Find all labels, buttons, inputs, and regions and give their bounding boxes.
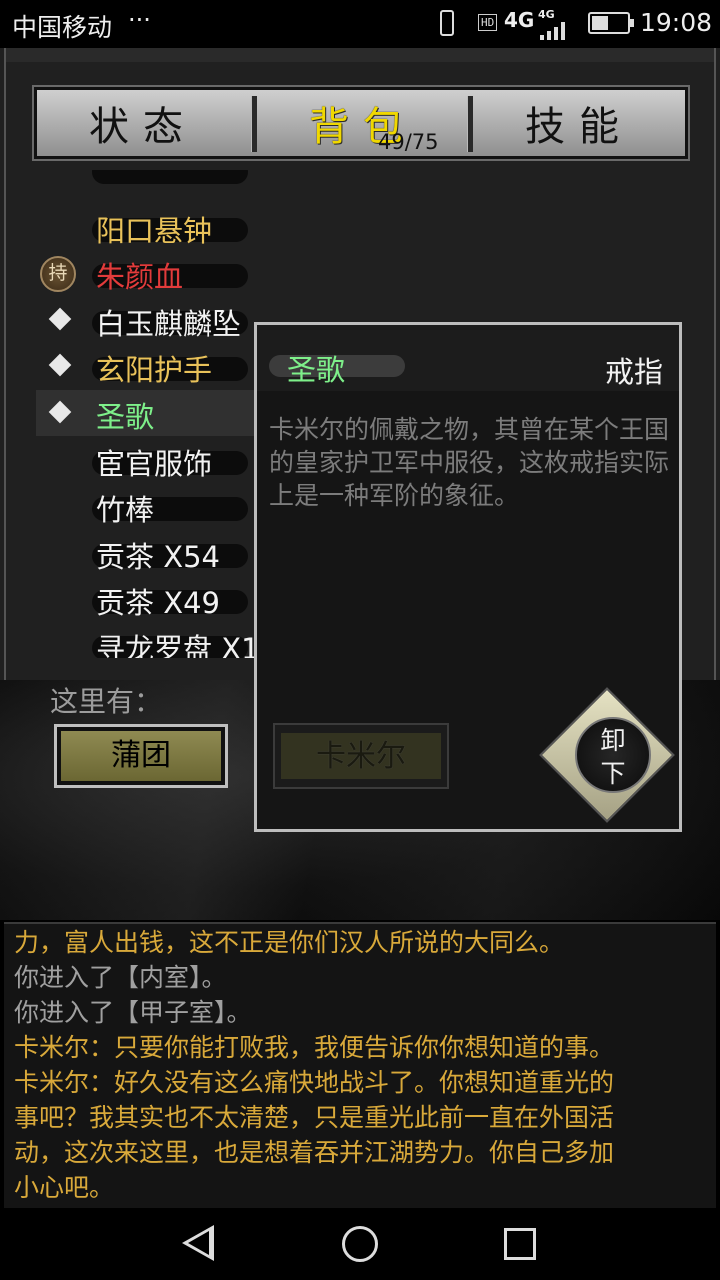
item-label: 宦官服饰 [96, 447, 213, 481]
tab-bar: 状态 背包 技能 [34, 87, 688, 159]
network-type-small: 4G [538, 8, 555, 21]
clock: 19:08 [640, 8, 713, 37]
tab-skills[interactable]: 技能 [473, 90, 685, 156]
log-line: 你进入了【内室】。 [14, 963, 227, 992]
here-label: 这里有： [50, 685, 163, 718]
carrier-name: 中国移动 [12, 13, 113, 42]
bag-capacity: 49/75 [378, 130, 439, 154]
recent-apps-icon[interactable] [504, 1228, 536, 1260]
list-item[interactable]: 白玉麒麟坠 [36, 297, 276, 343]
item-label: 贡茶 X49 [96, 586, 220, 620]
system-nav-bar [0, 1208, 720, 1280]
list-item[interactable]: 寻龙罗盘 X1 [36, 622, 276, 658]
item-label: 贡茶 X54 [96, 540, 220, 574]
log-line: 小心吧。 [14, 1173, 115, 1202]
item-detail-name: 圣歌 [287, 353, 346, 387]
npc-camille-label: 卡米尔 [281, 733, 441, 779]
list-item[interactable]: 宦官服饰 [36, 437, 276, 483]
log-line: 卡米尔：好久没有这么痛快地战斗了。你想知道重光的 [14, 1068, 615, 1097]
log-line: 力，富人出钱，这不正是你们汉人所说的大同么。 [14, 928, 565, 957]
hd-icon: HD [478, 14, 498, 31]
list-item[interactable]: 贡茶 X49 [36, 576, 276, 622]
list-item[interactable]: 玄阳护手 [36, 343, 276, 389]
held-badge-icon: 持 [40, 256, 76, 292]
item-list[interactable]: 阳口悬钟 持 朱颜血 白玉麒麟坠 玄阳护手 圣歌 宦官服饰 竹棒 贡茶 X54 … [36, 170, 276, 658]
item-label: 阳口悬钟 [96, 214, 213, 248]
unequip-label-2: 下 [600, 759, 626, 788]
back-icon-inner [188, 1231, 209, 1255]
message-log[interactable]: 力，富人出钱，这不正是你们汉人所说的大同么。 你进入了【内室】。 你进入了【甲子… [4, 922, 716, 1210]
unequip-label-1: 卸 [600, 726, 626, 755]
log-line: 事吧？我其实也不太清楚，只是重光此前一直在外国活 [14, 1103, 615, 1132]
tab-status[interactable]: 状态 [37, 90, 249, 156]
item-label: 竹棒 [96, 493, 155, 527]
equipped-diamond-icon [48, 307, 72, 331]
signal-icon [540, 22, 570, 40]
status-icons: HD 4G 4G [440, 8, 580, 40]
cushion-object-label: 蒲团 [61, 731, 221, 781]
list-item[interactable]: 竹棒 [36, 483, 276, 529]
status-bar: 中国移动 ··· HD 4G 4G 19:08 [0, 0, 720, 48]
item-detail-type: 戒指 [604, 355, 663, 389]
list-item-selected[interactable]: 圣歌 [36, 390, 276, 436]
log-line: 你进入了【甲子室】。 [14, 998, 252, 1027]
unequip-button[interactable]: 卸 下 [575, 717, 651, 793]
equipped-diamond-icon [48, 353, 72, 377]
notification-more-icon: ··· [128, 6, 151, 34]
item-label: 玄阳护手 [96, 353, 213, 387]
log-line: 卡米尔：只要你能打败我，我便告诉你你想知道的事。 [14, 1033, 615, 1062]
battery-icon [588, 12, 634, 34]
list-item[interactable]: 阳口悬钟 [36, 204, 276, 250]
home-icon[interactable] [342, 1226, 378, 1262]
item-label: 圣歌 [96, 400, 155, 434]
equipped-diamond-icon [48, 400, 72, 424]
list-item[interactable]: 持 朱颜血 [36, 250, 276, 296]
vibrate-icon [440, 10, 454, 36]
log-line: 动，这次来这里，也是想着吞并江湖势力。你自己多加 [14, 1138, 615, 1167]
cushion-object-button[interactable]: 蒲团 [54, 724, 228, 788]
item-label: 朱颜血 [96, 260, 184, 294]
item-label: 寻龙罗盘 X1 [96, 632, 260, 658]
list-item[interactable]: 贡茶 X54 [36, 530, 276, 576]
network-type: 4G [504, 8, 535, 32]
item-detail-popup: 圣歌 戒指 卡米尔的佩戴之物，其曾在某个王国的皇家护卫军中服役，这枚戒指实际上是… [254, 322, 682, 832]
item-detail-description: 卡米尔的佩戴之物，其曾在某个王国的皇家护卫军中服役，这枚戒指实际上是一种军阶的象… [269, 415, 670, 510]
item-label: 白玉麒麟坠 [96, 307, 242, 341]
npc-camille-button[interactable]: 卡米尔 [273, 723, 449, 789]
list-item-clipped [36, 170, 276, 192]
